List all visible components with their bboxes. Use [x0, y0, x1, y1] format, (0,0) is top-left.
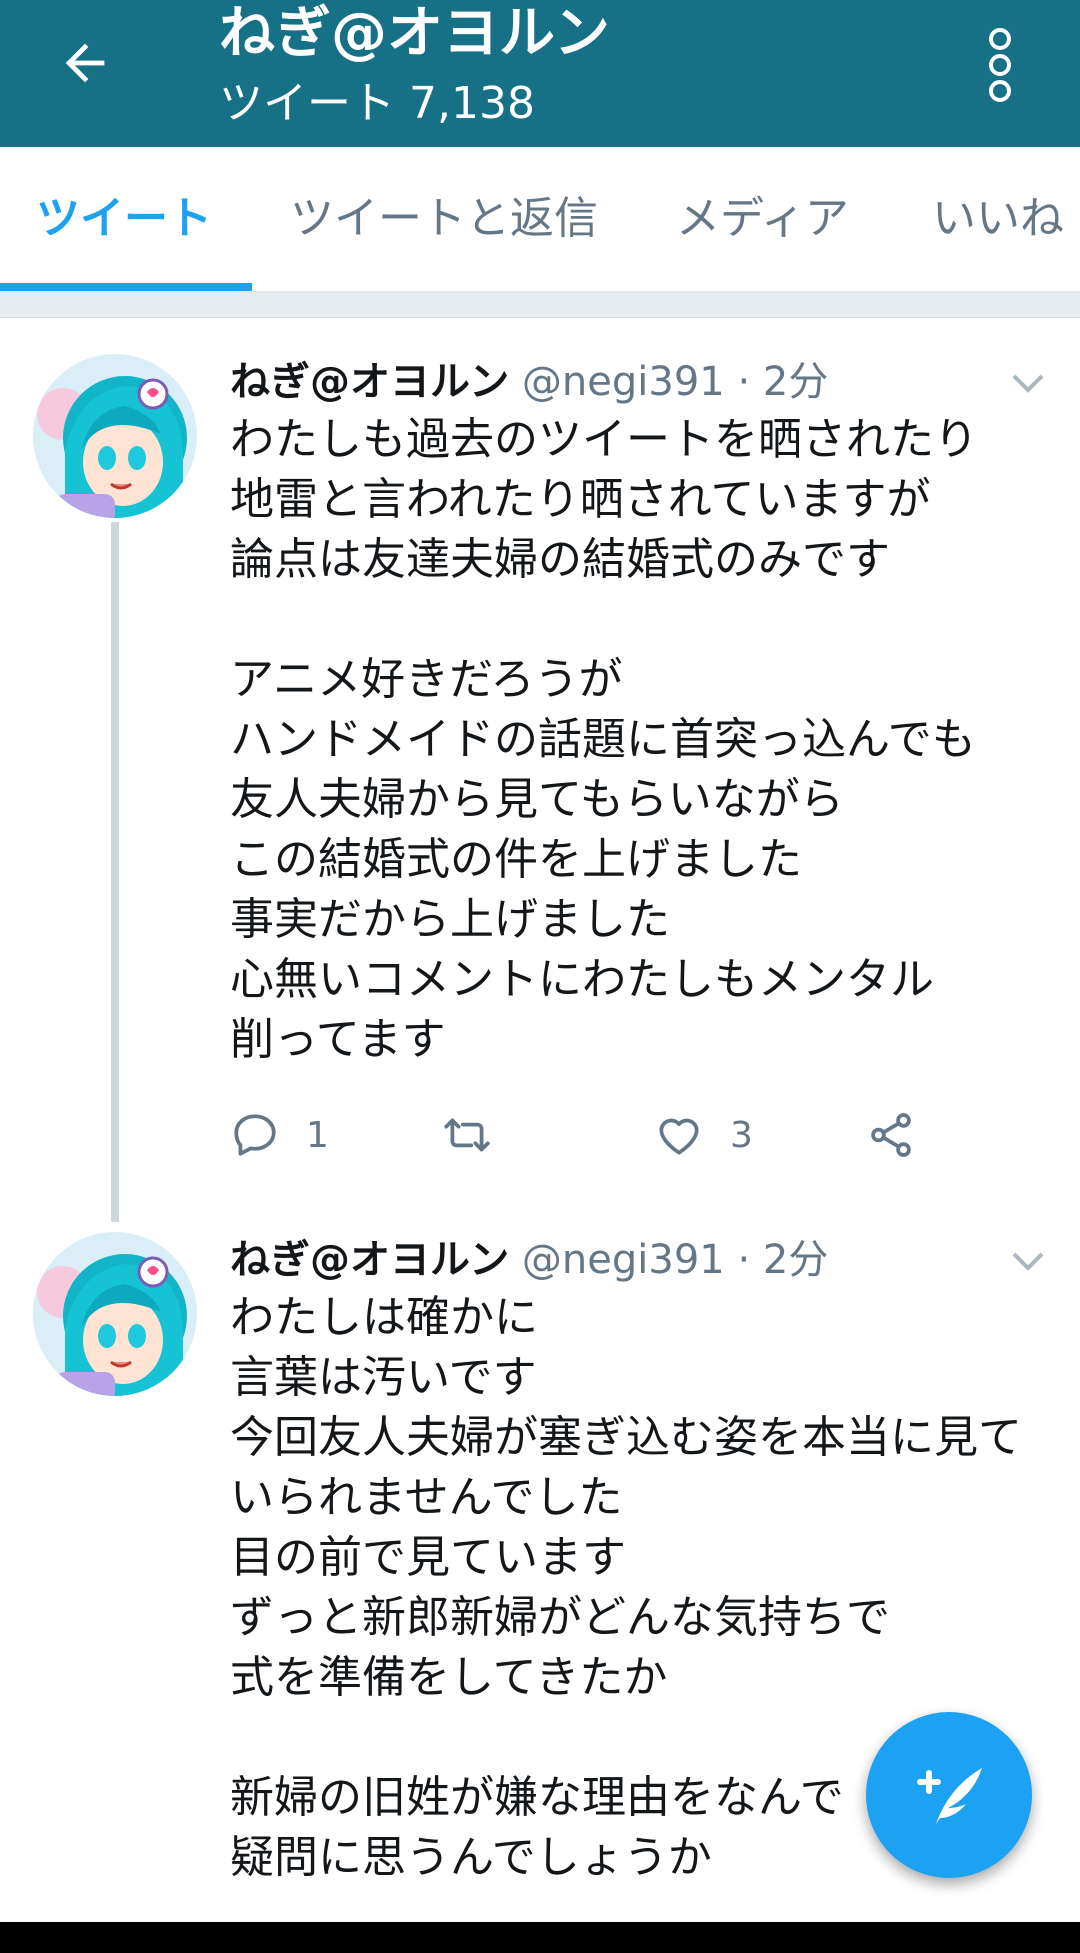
- more-options-button[interactable]: [970, 24, 1030, 110]
- tweet-line: 地雷と言われたり晒されていますが: [230, 474, 931, 525]
- like-count: 3: [730, 1115, 753, 1156]
- tab-tweets-and-replies[interactable]: ツイートと返信: [290, 147, 598, 291]
- timestamp[interactable]: 2分: [763, 1237, 828, 1283]
- tweet-line: 目の前で見ています: [230, 1532, 626, 1583]
- separator: ·: [737, 1237, 751, 1283]
- tweet[interactable]: ねぎ@オヨルン @negi391 · 2分 わたしも過去のツイートを晒されたり …: [0, 318, 1080, 1222]
- more-vertical-dot: [989, 54, 1011, 76]
- chevron-down-icon: [1012, 374, 1044, 393]
- share-button[interactable]: [866, 1106, 936, 1166]
- tweet-header: ねぎ@オヨルン @negi391 · 2分: [230, 354, 828, 410]
- author-name[interactable]: ねぎ@オヨルン: [230, 1237, 509, 1283]
- tweet-menu-button[interactable]: [1008, 368, 1048, 398]
- tweet-line: 今回友人夫婦が塞ぎ込む姿を本当に見て: [230, 1412, 1022, 1463]
- tweet-line: わたしは確かに: [230, 1292, 538, 1343]
- reply-button[interactable]: 1: [230, 1106, 350, 1166]
- tweet-line: ずっと新郎新婦がどんな気持ちで: [230, 1592, 890, 1643]
- tweet-line: 言葉は汚いです: [230, 1352, 537, 1403]
- tweet-line: ハンドメイドの話題に首突っ込んでも: [230, 714, 976, 765]
- arrow-left-icon: [65, 43, 105, 83]
- share-icon: [871, 1113, 911, 1157]
- retweet-button[interactable]: [442, 1106, 562, 1166]
- tweet-line: [230, 590, 1030, 650]
- more-vertical-icon: [989, 28, 1011, 50]
- tweet-header: ねぎ@オヨルン @negi391 · 2分: [230, 1232, 828, 1288]
- tweet-count: ツイート 7,138: [219, 78, 535, 129]
- active-tab-indicator: [0, 283, 252, 291]
- reply-icon: [234, 1114, 276, 1156]
- tweet-line: わたしも過去のツイートを晒されたり: [230, 414, 978, 465]
- system-nav-bar: [0, 1922, 1080, 1953]
- back-button[interactable]: [48, 28, 128, 98]
- author-name[interactable]: ねぎ@オヨルン: [230, 359, 509, 405]
- author-handle: @negi391: [521, 1237, 725, 1283]
- thread-connector: [111, 522, 119, 1222]
- heart-icon: [659, 1118, 699, 1155]
- tab-media[interactable]: メディア: [676, 147, 849, 291]
- tweet-line: 事実だから上げました: [230, 894, 670, 945]
- more-vertical-dot: [989, 80, 1011, 102]
- profile-tabs: ツイート ツイートと返信 メディア いいね: [0, 147, 1080, 293]
- tweet-line: アニメ好きだろうが: [230, 654, 623, 705]
- tweet-line: 心無いコメントにわたしもメンタル: [230, 954, 934, 1005]
- compose-tweet-icon: [917, 1768, 982, 1824]
- chevron-down-icon: [1012, 1252, 1044, 1271]
- compose-tweet-button[interactable]: [866, 1712, 1032, 1878]
- tweet-text: わたしも過去のツイートを晒されたり 地雷と言われたり晒されていますが 論点は友達…: [230, 410, 1030, 1070]
- app-bar: ねぎ@オヨルン ツイート 7,138: [0, 0, 1080, 147]
- author-handle: @negi391: [521, 359, 725, 405]
- tweet-line: 削ってます: [230, 1014, 446, 1065]
- tab-tweets[interactable]: ツイート: [36, 147, 212, 291]
- retweet-icon: [444, 1118, 490, 1152]
- tweet-line: 友人夫婦から見てもらいながら: [230, 774, 844, 825]
- like-button[interactable]: 3: [654, 1106, 774, 1166]
- avatar[interactable]: [33, 354, 197, 518]
- tweet-line: 論点は友達夫婦の結婚式のみです: [230, 534, 890, 585]
- tab-likes[interactable]: いいね: [932, 147, 1064, 291]
- tweet-actions: 1 3: [230, 1106, 1030, 1166]
- profile-title: ねぎ@オヨルン: [219, 1, 610, 66]
- tweet-line: この結婚式の件を上げました: [230, 834, 802, 885]
- avatar-image: [33, 1232, 197, 1396]
- tweet-line: いられませんでした: [230, 1472, 623, 1523]
- tweet-line: 式を準備をしてきたか: [230, 1652, 668, 1703]
- timestamp[interactable]: 2分: [763, 359, 828, 405]
- separator: ·: [737, 359, 751, 405]
- section-divider: [0, 293, 1080, 318]
- reply-count: 1: [306, 1115, 329, 1156]
- tweet-menu-button[interactable]: [1008, 1246, 1048, 1276]
- avatar[interactable]: [33, 1232, 197, 1396]
- avatar-image: [33, 354, 197, 518]
